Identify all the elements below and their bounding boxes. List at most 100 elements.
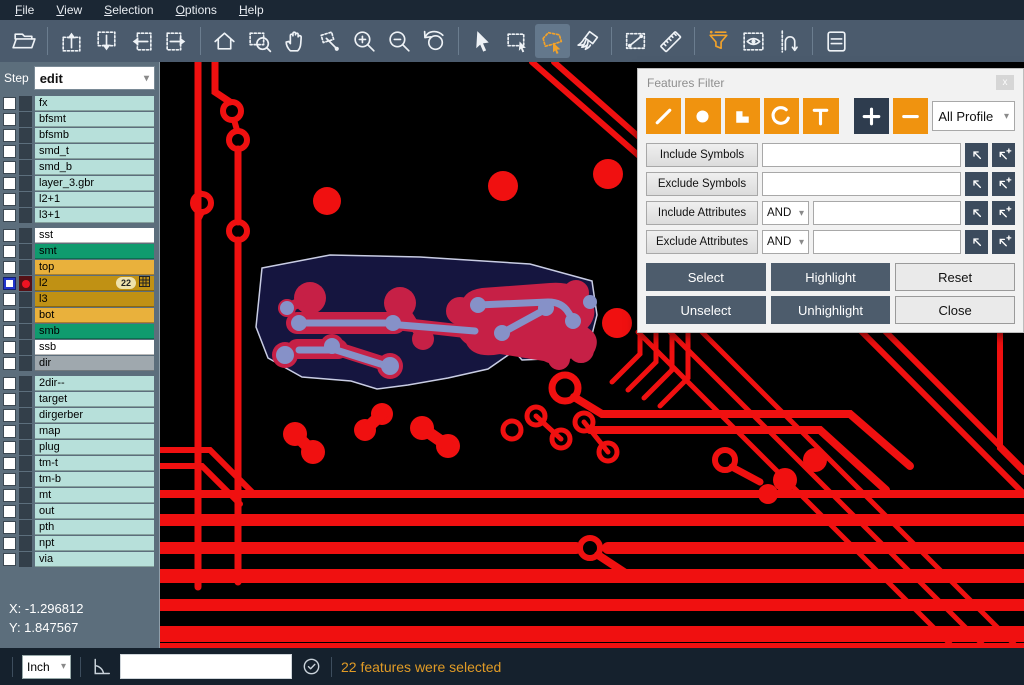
remove-filter-button[interactable] [893,98,928,134]
apply-check-icon[interactable] [301,656,322,677]
menu-file[interactable]: File [4,1,45,19]
layer-indicator-cell[interactable] [19,440,32,455]
layer-indicator-cell[interactable] [19,260,32,275]
layer-name[interactable]: bot [35,308,154,323]
layer-indicator-cell[interactable] [19,356,32,371]
close-icon[interactable]: x [996,75,1014,90]
zoom-in-button[interactable] [347,24,382,58]
layer-visibility-checkbox[interactable] [3,193,16,206]
layer-visibility-checkbox[interactable] [3,341,16,354]
layer-name[interactable]: fx [35,96,154,111]
pick-symbol-button[interactable] [965,143,988,167]
layer-visibility-checkbox[interactable] [3,441,16,454]
layer-indicator-cell[interactable] [19,408,32,423]
snap-button[interactable] [771,24,806,58]
layer-name[interactable]: l222 [35,276,154,291]
menu-options[interactable]: Options [165,1,228,19]
layer-name[interactable]: tm-b [35,472,154,487]
pad-feature-button[interactable] [685,98,720,134]
menu-help[interactable]: Help [228,1,275,19]
layer-visibility-checkbox[interactable] [3,145,16,158]
layer-name[interactable]: sst [35,228,154,243]
layer-indicator-cell[interactable] [19,392,32,407]
layer-visibility-checkbox[interactable] [3,261,16,274]
layer-indicator-cell[interactable] [19,472,32,487]
include-attributes-button[interactable]: Include Attributes [646,201,758,225]
zoom-previous-button[interactable] [417,24,452,58]
add-filter-button[interactable] [854,98,889,134]
unhighlight-button[interactable]: Unhighlight [771,296,891,324]
layer-visibility-checkbox[interactable] [3,161,16,174]
layer-indicator-cell[interactable] [19,192,32,207]
select-button[interactable]: Select [646,263,766,291]
arc-feature-button[interactable] [764,98,799,134]
layer-name[interactable]: bfsmb [35,128,154,143]
layer-indicator-cell[interactable] [19,176,32,191]
text-feature-button[interactable] [803,98,838,134]
zoom-out-button[interactable] [382,24,417,58]
layer-name[interactable]: 2dir-- [35,376,154,391]
layer-name[interactable]: l3 [35,292,154,307]
layer-name[interactable]: top [35,260,154,275]
angle-measure-icon[interactable] [90,656,111,677]
layer-indicator-cell[interactable] [19,228,32,243]
unselect-button[interactable]: Unselect [646,296,766,324]
layer-indicator-cell[interactable] [19,488,32,503]
pick-add-attribute-button[interactable] [992,201,1015,225]
layers-panel-button[interactable] [819,24,854,58]
layer-indicator-cell[interactable] [19,504,32,519]
exclude-attributes-operator-select[interactable]: AND ▾ [762,230,809,254]
pick-attribute-button[interactable] [965,201,988,225]
layer-name[interactable]: mt [35,488,154,503]
layer-name[interactable]: plug [35,440,154,455]
exclude-symbols-button[interactable]: Exclude Symbols [646,172,758,196]
include-attributes-input[interactable] [813,201,961,225]
menu-view[interactable]: View [45,1,93,19]
layer-indicator-cell[interactable] [19,208,32,223]
layer-name[interactable]: npt [35,536,154,551]
layer-name[interactable]: l2+1 [35,192,154,207]
layer-name[interactable]: out [35,504,154,519]
layer-visibility-checkbox[interactable] [3,553,16,566]
layer-indicator-cell[interactable] [19,96,32,111]
layer-indicator-cell[interactable] [19,552,32,567]
open-file-button[interactable] [6,24,41,58]
surface-feature-button[interactable] [725,98,760,134]
command-input[interactable] [120,654,292,679]
polygon-select-button[interactable] [535,24,570,58]
pick-add-symbol-button[interactable] [992,143,1015,167]
layer-name[interactable]: bfsmt [35,112,154,127]
pick-add-symbol-button[interactable] [992,172,1015,196]
layer-visibility-checkbox[interactable] [3,97,16,110]
layer-visibility-checkbox[interactable] [3,409,16,422]
ruler-button[interactable] [653,24,688,58]
line-feature-button[interactable] [646,98,681,134]
pan-hand-button[interactable] [277,24,312,58]
layer-name[interactable]: layer_3.gbr [35,176,154,191]
exclude-symbols-input[interactable] [762,172,961,196]
layer-indicator-cell[interactable] [19,376,32,391]
pick-symbol-button[interactable] [965,172,988,196]
layer-name[interactable]: dir [35,356,154,371]
layer-name[interactable]: ssb [35,340,154,355]
view-options-button[interactable] [736,24,771,58]
layer-name[interactable]: smd_b [35,160,154,175]
layer-name[interactable]: via [35,552,154,567]
layer-name[interactable]: smt [35,244,154,259]
layer-name[interactable]: map [35,424,154,439]
layer-name[interactable]: tm-t [35,456,154,471]
include-attributes-operator-select[interactable]: AND ▾ [762,201,809,225]
include-symbols-button[interactable]: Include Symbols [646,143,758,167]
layer-visibility-checkbox[interactable] [3,473,16,486]
layer-visibility-checkbox[interactable] [3,293,16,306]
exclude-attributes-button[interactable]: Exclude Attributes [646,230,758,254]
layer-indicator-cell[interactable] [19,128,32,143]
layer-indicator-cell[interactable] [19,536,32,551]
layer-visibility-checkbox[interactable] [3,229,16,242]
layer-visibility-checkbox[interactable] [3,277,16,290]
layer-indicator-cell[interactable] [19,456,32,471]
layer-name[interactable]: pth [35,520,154,535]
layer-visibility-checkbox[interactable] [3,113,16,126]
layer-name[interactable]: dirgerber [35,408,154,423]
layer-visibility-checkbox[interactable] [3,537,16,550]
